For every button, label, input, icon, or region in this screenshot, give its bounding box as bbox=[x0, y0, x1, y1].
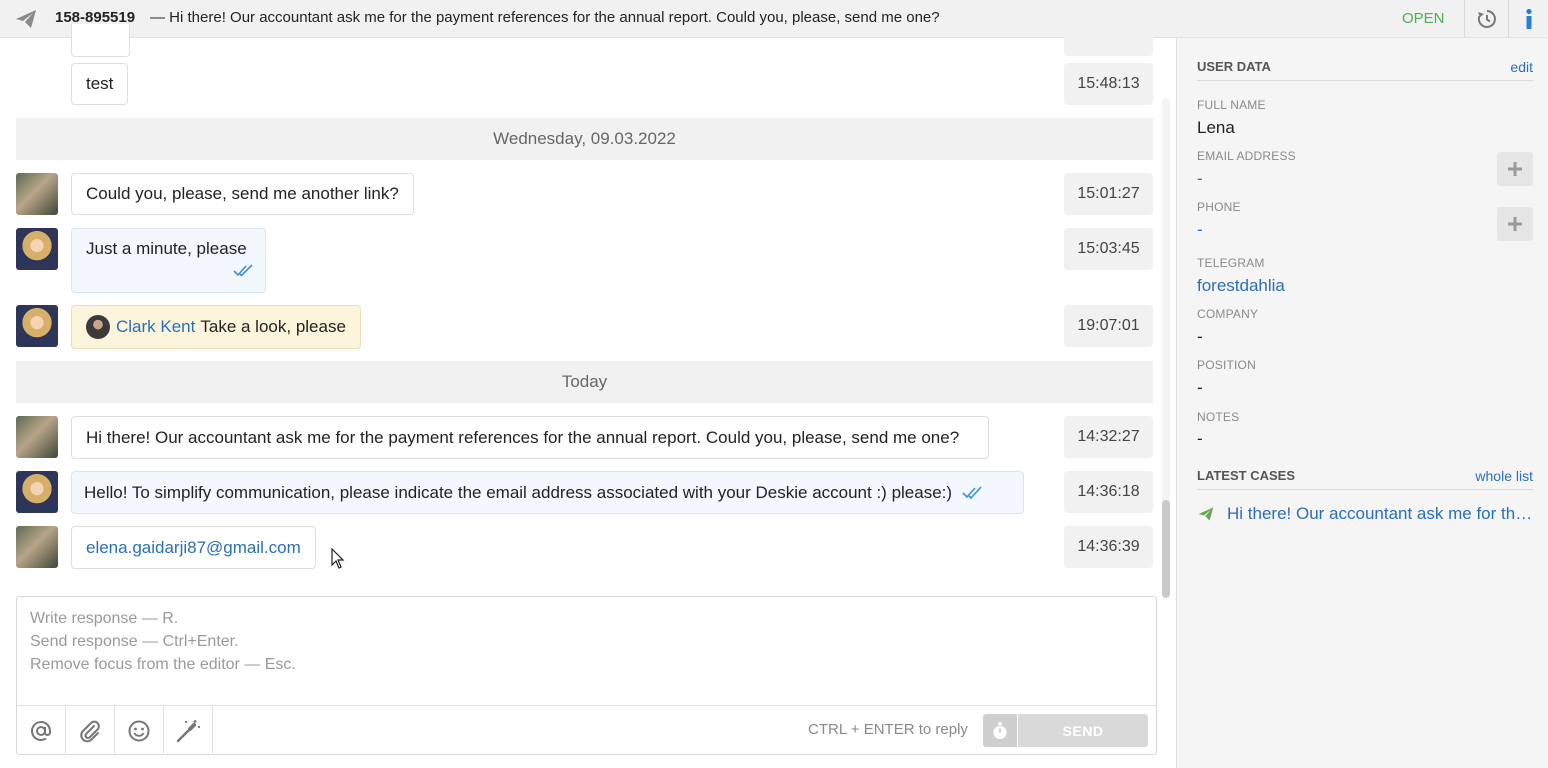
email-link[interactable]: elena.gaidarji87@gmail.com bbox=[86, 538, 301, 558]
info-button[interactable] bbox=[1508, 0, 1548, 38]
latest-case-item[interactable]: Hi there! Our accountant ask me for the … bbox=[1197, 504, 1533, 524]
phone-value[interactable]: - bbox=[1197, 220, 1203, 240]
history-icon bbox=[1477, 10, 1496, 28]
message-time: 15:48:13 bbox=[1064, 63, 1153, 105]
position-value: - bbox=[1197, 378, 1203, 397]
add-phone-button[interactable] bbox=[1497, 207, 1533, 241]
scheduled-send-button[interactable] bbox=[983, 714, 1017, 747]
telegram-label: TELEGRAM bbox=[1197, 256, 1265, 270]
full-name-value: Lena bbox=[1197, 118, 1235, 137]
attach-button[interactable] bbox=[66, 706, 115, 755]
message-text: Hello! To simplify communication, please… bbox=[84, 482, 953, 502]
latest-case-title: Hi there! Our accountant ask me for the … bbox=[1227, 504, 1533, 523]
message-bubble-partial bbox=[71, 24, 130, 57]
mention-avatar bbox=[86, 315, 110, 339]
user-data-header: USER DATA edit bbox=[1197, 59, 1533, 81]
avatar-customer bbox=[16, 173, 58, 215]
edit-user-link[interactable]: edit bbox=[1510, 59, 1533, 75]
scrollbar-thumb[interactable] bbox=[1162, 500, 1170, 598]
paperclip-icon bbox=[80, 720, 100, 742]
avatar-agent bbox=[16, 305, 58, 347]
message-text: test bbox=[86, 74, 114, 93]
message-time: 14:32:27 bbox=[1064, 416, 1153, 458]
stopwatch-icon bbox=[993, 722, 1007, 739]
send-shortcut-hint: CTRL + ENTER to reply bbox=[808, 721, 968, 738]
company-label: COMPANY bbox=[1197, 307, 1259, 321]
send-button[interactable]: SEND bbox=[1018, 714, 1148, 747]
whole-list-link[interactable]: whole list bbox=[1475, 468, 1533, 484]
message-bubble-outgoing: Just a minute, please bbox=[71, 228, 266, 293]
notes-label: NOTES bbox=[1197, 410, 1240, 424]
add-email-button[interactable] bbox=[1497, 152, 1533, 186]
message-text: Hi there! Our accountant ask me for the … bbox=[86, 427, 960, 447]
telegram-value[interactable]: forestdahlia bbox=[1197, 276, 1285, 296]
plus-icon bbox=[1508, 217, 1522, 231]
email-label: EMAIL ADDRESS bbox=[1197, 149, 1296, 163]
message-bubble: elena.gaidarji87@gmail.com bbox=[71, 526, 316, 569]
message-bubble: Could you, please, send me another link? bbox=[71, 173, 414, 215]
smile-icon bbox=[128, 720, 150, 741]
plus-icon bbox=[1508, 162, 1522, 176]
phone-label: PHONE bbox=[1197, 200, 1241, 214]
at-icon bbox=[31, 720, 51, 741]
telegram-plane-icon bbox=[1198, 507, 1214, 521]
notes-value: - bbox=[1197, 429, 1203, 448]
editor-toolbar: CTRL + ENTER to reply SEND bbox=[17, 705, 1156, 755]
avatar-customer bbox=[16, 526, 58, 568]
double-check-icon bbox=[962, 485, 982, 499]
avatar-agent bbox=[16, 471, 58, 513]
status-badge[interactable]: OPEN bbox=[1402, 10, 1445, 27]
mouse-cursor-icon bbox=[331, 548, 345, 569]
full-name-label: FULL NAME bbox=[1197, 98, 1266, 112]
history-button[interactable] bbox=[1464, 0, 1508, 38]
magic-wand-icon bbox=[176, 719, 200, 742]
message-time: 14:36:18 bbox=[1064, 471, 1153, 513]
message-time: 15:03:45 bbox=[1064, 228, 1153, 270]
message-time: 15:01:27 bbox=[1064, 173, 1153, 215]
mention-button[interactable] bbox=[17, 706, 66, 755]
message-text: Take a look, please bbox=[200, 317, 346, 336]
mention-link[interactable]: Clark Kent bbox=[116, 317, 195, 337]
date-separator: Today bbox=[16, 361, 1153, 403]
editor-placeholder: Write response — R. Send response — Ctrl… bbox=[30, 610, 296, 673]
telegram-plane-icon bbox=[16, 10, 36, 28]
message-text: Just a minute, please bbox=[86, 239, 247, 258]
email-value[interactable]: - bbox=[1197, 169, 1203, 189]
double-check-icon bbox=[233, 264, 253, 277]
message-time: 14:36:39 bbox=[1064, 526, 1153, 568]
case-header: 158-895519 — Hi there! Our accountant as… bbox=[0, 0, 1548, 38]
message-text: Could you, please, send me another link? bbox=[86, 184, 399, 203]
message-bubble-note: Clark Kent Take a look, please bbox=[71, 305, 361, 349]
user-data-sidebar: USER DATA edit FULL NAME Lena EMAIL ADDR… bbox=[1176, 38, 1548, 768]
emoji-button[interactable] bbox=[115, 706, 164, 755]
message-time-partial bbox=[1064, 24, 1153, 56]
avatar-customer bbox=[16, 416, 58, 458]
company-value: - bbox=[1197, 327, 1203, 346]
response-editor[interactable]: Write response — R. Send response — Ctrl… bbox=[16, 596, 1157, 755]
message-bubble-outgoing: Hello! To simplify communication, please… bbox=[71, 471, 1024, 514]
avatar-agent bbox=[16, 228, 58, 270]
case-subject: — Hi there! Our accountant ask me for th… bbox=[150, 9, 940, 26]
latest-cases-header: LATEST CASES whole list bbox=[1197, 468, 1533, 490]
message-time: 19:07:01 bbox=[1064, 305, 1153, 347]
message-bubble: test bbox=[71, 63, 129, 105]
message-bubble: Hi there! Our accountant ask me for the … bbox=[71, 416, 989, 459]
position-label: POSITION bbox=[1197, 358, 1256, 372]
date-separator: Wednesday, 09.03.2022 bbox=[16, 118, 1153, 160]
info-icon bbox=[1525, 8, 1532, 29]
templates-button[interactable] bbox=[164, 706, 213, 755]
